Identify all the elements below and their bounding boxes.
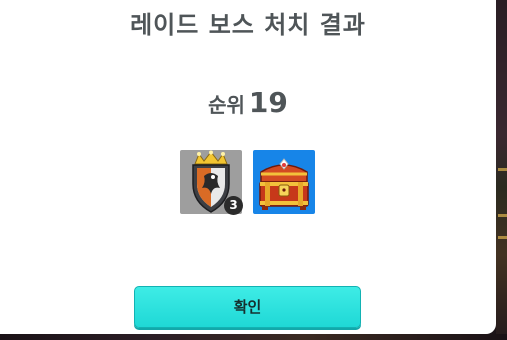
background-detail	[498, 168, 507, 171]
dialog-title: 레이드 보스 처치 결과	[130, 11, 366, 39]
reward-item-emblem[interactable]: 3	[180, 150, 243, 215]
rank-display: 순위 19	[0, 86, 496, 119]
raid-result-dialog: 레이드 보스 처치 결과 순위 19 3 확인	[0, 0, 496, 334]
rank-label: 순위	[208, 93, 245, 117]
background-detail	[498, 214, 507, 217]
background-detail	[498, 236, 507, 239]
background-bottom-edge	[0, 334, 507, 340]
confirm-button[interactable]: 확인	[134, 286, 361, 328]
reward-item-chest[interactable]	[253, 150, 315, 214]
treasure-chest-icon	[259, 158, 309, 210]
rank-value: 19	[248, 86, 288, 119]
reward-count-badge: 3	[224, 196, 243, 215]
